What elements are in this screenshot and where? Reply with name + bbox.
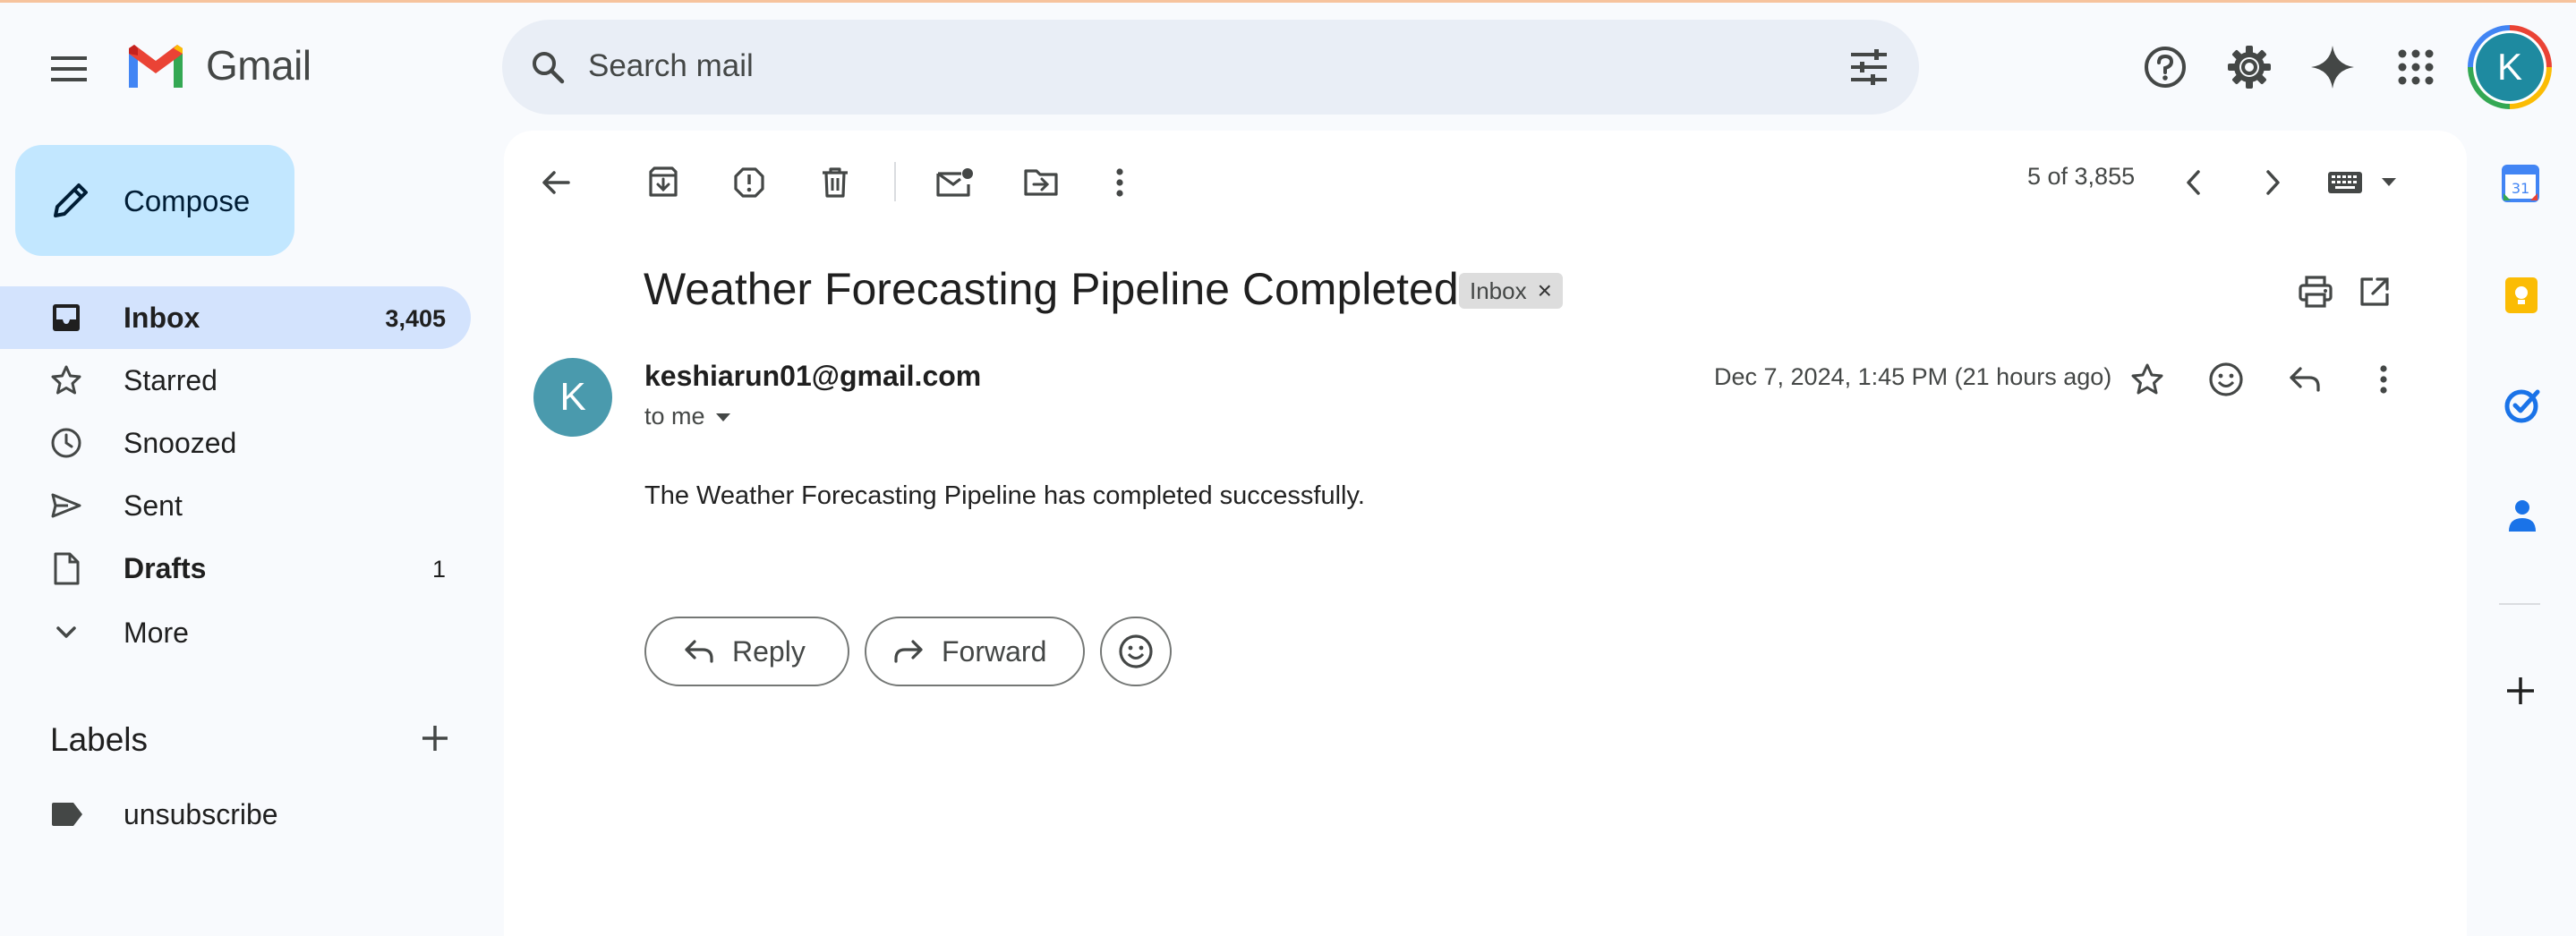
tasks-icon[interactable]	[2503, 387, 2541, 424]
emoji-react-button[interactable]	[1100, 617, 1172, 686]
sidebar-item-label: Inbox	[124, 302, 200, 334]
message-pane: 5 of 3,855 Weather Forecasting Pipeline …	[504, 131, 2467, 936]
gmail-logo[interactable]	[125, 45, 186, 89]
calendar-icon[interactable]: 31	[2502, 163, 2539, 202]
labels-heading: Labels	[50, 721, 149, 758]
email-subject: Weather Forecasting Pipeline Completed	[644, 264, 1459, 314]
inbox-label-chip[interactable]: Inbox ×	[1459, 273, 1563, 309]
top-accent-line	[0, 0, 2576, 3]
account-avatar-letter: K	[2476, 33, 2544, 101]
emoji-icon	[1118, 634, 1154, 669]
clock-icon	[50, 427, 82, 459]
sidebar-item-sent[interactable]: Sent	[0, 474, 471, 537]
pencil-icon	[50, 180, 91, 221]
input-tools-icon[interactable]	[2326, 166, 2401, 199]
pagination-count: 5 of 3,855	[2027, 163, 2136, 190]
unread-count: 3,405	[385, 305, 446, 332]
inbox-icon	[50, 302, 82, 334]
label-chip-text: Inbox	[1470, 277, 1527, 304]
report-spam-icon[interactable]	[724, 157, 774, 208]
star-icon	[50, 364, 82, 396]
label-icon	[50, 801, 84, 828]
archive-icon[interactable]	[638, 157, 688, 208]
add-label-icon[interactable]	[413, 716, 457, 761]
send-icon	[50, 489, 82, 522]
sidebar-label-unsubscribe[interactable]: unsubscribe	[0, 783, 471, 846]
rail-divider	[2499, 603, 2540, 605]
menu-icon[interactable]	[38, 38, 100, 100]
caret-down-icon	[714, 412, 732, 422]
newer-chevron-icon[interactable]	[2169, 157, 2219, 208]
older-chevron-icon[interactable]	[2248, 157, 2298, 208]
trash-icon[interactable]	[810, 157, 860, 208]
sidebar-item-more[interactable]: More	[0, 601, 471, 664]
drafts-count: 1	[431, 556, 446, 583]
compose-label: Compose	[124, 184, 251, 217]
help-icon[interactable]	[2134, 36, 2196, 98]
contacts-icon[interactable]	[2504, 498, 2540, 533]
keep-icon[interactable]	[2503, 276, 2539, 315]
compose-button[interactable]: Compose	[15, 145, 294, 256]
sidebar-item-label: More	[124, 617, 189, 649]
reply-icon[interactable]	[2280, 354, 2330, 404]
forward-label: Forward	[942, 634, 1047, 668]
gear-icon[interactable]	[2218, 36, 2281, 98]
forward-button[interactable]: Forward	[865, 617, 1085, 686]
sidebar-item-drafts[interactable]: Drafts 1	[0, 537, 471, 600]
star-icon[interactable]	[2122, 354, 2172, 404]
apps-grid-icon[interactable]	[2384, 36, 2447, 98]
email-body: The Weather Forecasting Pipeline has com…	[644, 481, 1365, 510]
email-date: Dec 7, 2024, 1:45 PM (21 hours ago)	[1714, 363, 2112, 390]
sparkle-icon[interactable]	[2301, 36, 2364, 98]
search-bar[interactable]: Search mail	[502, 20, 1919, 115]
mark-unread-icon[interactable]	[930, 157, 980, 208]
add-addon-icon[interactable]	[2495, 666, 2546, 716]
open-new-window-icon[interactable]	[2350, 267, 2400, 317]
toolbar-divider	[894, 162, 896, 201]
sender-avatar[interactable]: K	[533, 358, 612, 437]
draft-icon	[50, 552, 82, 586]
chevron-down-icon	[50, 617, 82, 649]
tune-icon[interactable]	[1841, 39, 1897, 95]
sidebar-item-snoozed[interactable]: Snoozed	[0, 412, 471, 474]
sidebar-item-inbox[interactable]: Inbox 3,405	[0, 286, 471, 349]
more-options-icon[interactable]	[1095, 157, 1145, 208]
print-icon[interactable]	[2290, 267, 2341, 317]
account-avatar[interactable]: K	[2468, 25, 2552, 109]
search-input[interactable]: Search mail	[588, 48, 754, 84]
app-name: Gmail	[206, 42, 311, 89]
recipients-text: to me	[644, 403, 705, 430]
forward-icon	[893, 639, 924, 664]
move-to-icon[interactable]	[1016, 157, 1066, 208]
reply-icon	[684, 639, 714, 664]
sidebar-item-label: Snoozed	[124, 427, 237, 459]
message-more-icon[interactable]	[2358, 354, 2409, 404]
sidebar-item-label: Sent	[124, 489, 183, 522]
label-name: unsubscribe	[124, 798, 278, 830]
reply-label: Reply	[732, 634, 806, 668]
calendar-day: 31	[2512, 180, 2529, 197]
sender-email[interactable]: keshiarun01@gmail.com	[644, 360, 981, 393]
reply-button[interactable]: Reply	[644, 617, 849, 686]
remove-label-icon[interactable]: ×	[1538, 277, 1552, 305]
sidebar-item-label: Drafts	[124, 552, 207, 584]
back-arrow-icon[interactable]	[531, 157, 581, 208]
sidebar-item-starred[interactable]: Starred	[0, 349, 471, 412]
search-icon[interactable]	[520, 39, 576, 95]
emoji-reaction-icon[interactable]	[2201, 354, 2251, 404]
recipients-summary[interactable]: to me	[644, 403, 732, 430]
sidebar-item-label: Starred	[124, 364, 218, 396]
